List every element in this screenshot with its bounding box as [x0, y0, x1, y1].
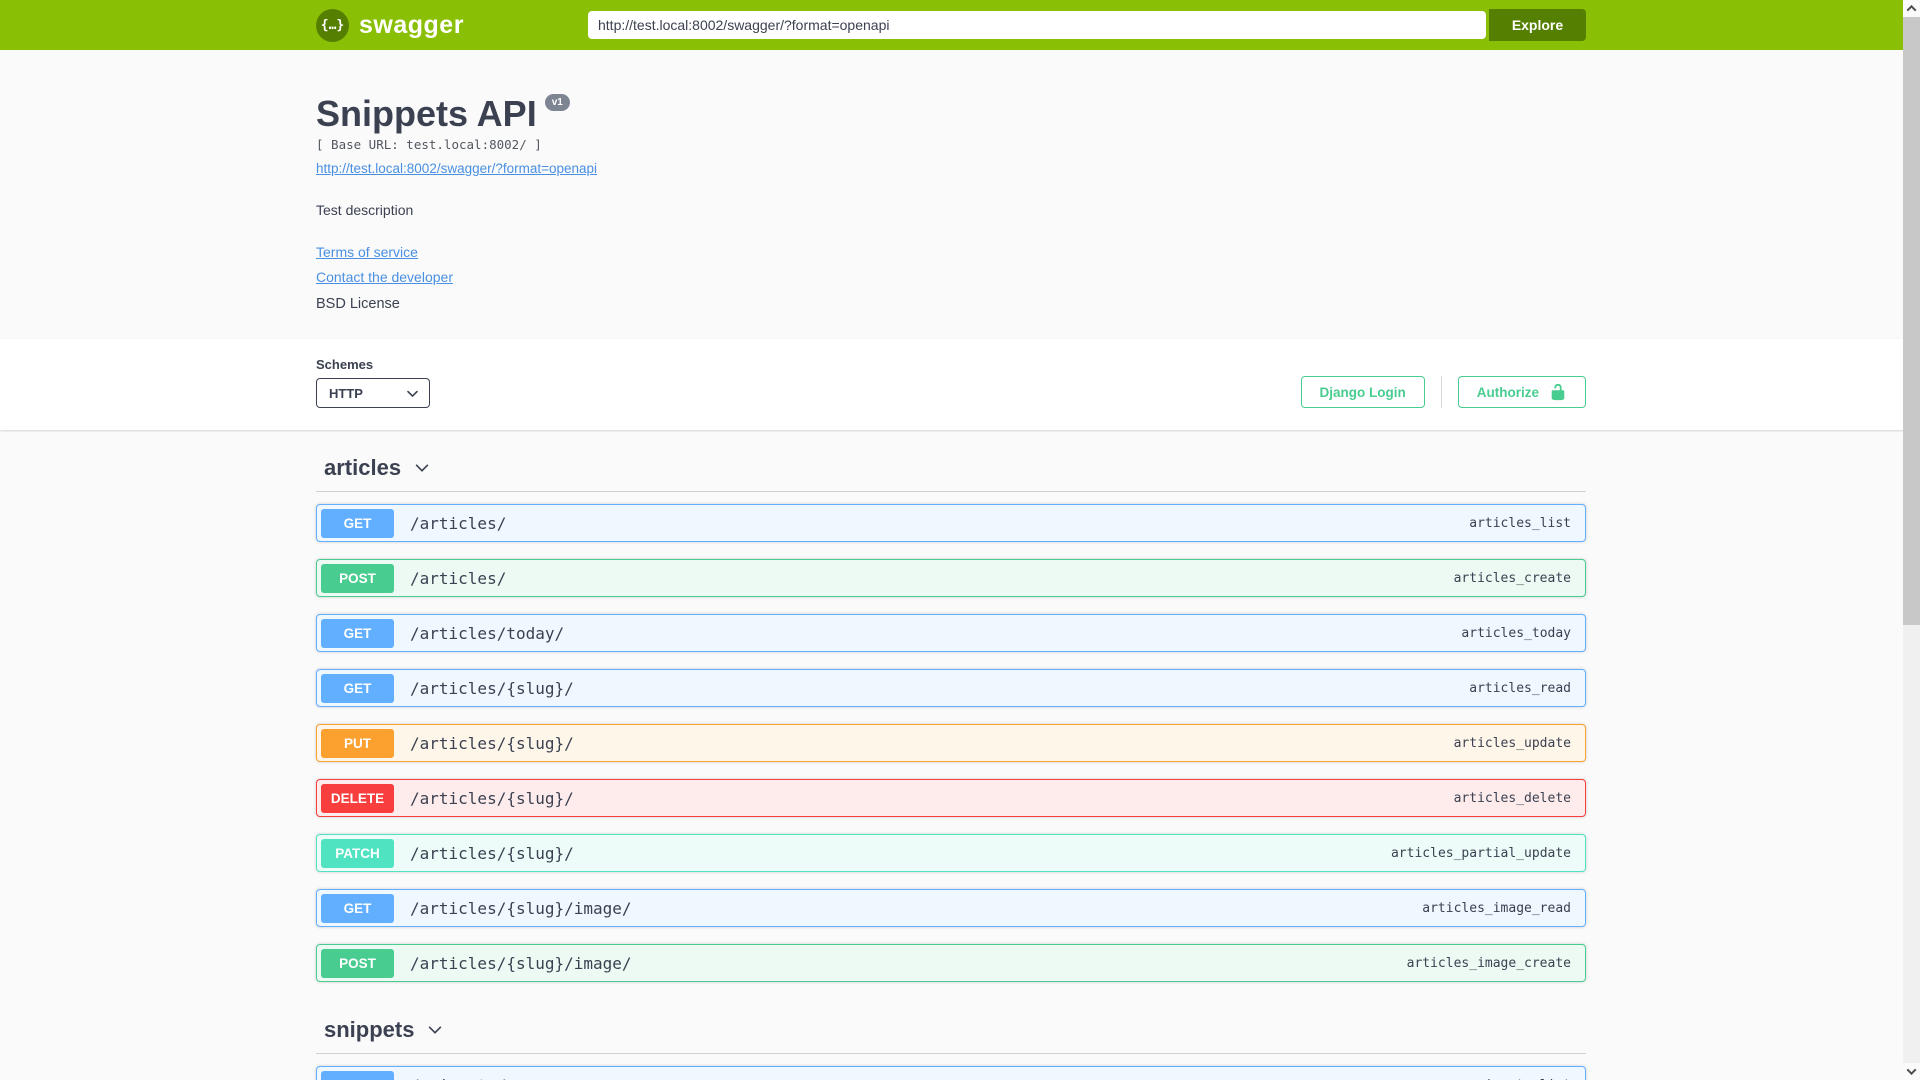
scrollbar-down-arrow[interactable] — [1903, 1063, 1920, 1080]
vertical-scrollbar — [1903, 0, 1920, 1080]
method-badge: POST — [321, 563, 394, 593]
base-url: [ Base URL: test.local:8002/ ] — [316, 137, 542, 153]
method-badge: GET — [321, 508, 394, 538]
endpoint-path: /articles/ — [410, 513, 507, 533]
swagger-logo-text: swagger — [359, 10, 464, 39]
operation-id: articles_read — [1469, 680, 1571, 696]
endpoint-row[interactable]: DELETE/articles/{slug}/ articles_delete — [316, 779, 1586, 818]
method-badge: PUT — [321, 728, 394, 758]
swagger-braces-icon: {…} — [316, 8, 349, 42]
endpoint-row[interactable]: GET/articles/{slug}/ articles_read — [316, 669, 1586, 708]
section-title: snippets — [324, 1017, 415, 1043]
page-title: Snippets API — [316, 93, 537, 134]
operation-id: articles_today — [1461, 625, 1571, 641]
operation-id: articles_image_create — [1406, 955, 1571, 971]
scrollbar-thumb[interactable] — [1903, 17, 1920, 625]
api-info-section: Snippets API v1 [ Base URL: test.local:8… — [316, 50, 1586, 339]
endpoint-path: /articles/{slug}/ — [410, 678, 574, 698]
method-badge: GET — [321, 893, 394, 923]
endpoint-row[interactable]: POST/articles/{slug}/image/articles_imag… — [316, 944, 1586, 983]
endpoint-row[interactable]: GET/articles/articles_list — [316, 504, 1586, 543]
terms-of-service-link[interactable]: Terms of service — [316, 244, 418, 260]
swagger-logo[interactable]: {…} swagger — [316, 8, 464, 42]
operation-id: articles_partial_update — [1390, 845, 1571, 861]
endpoint-row[interactable]: GET/articles/today/articles_today — [316, 614, 1586, 653]
endpoint-path: /articles/{slug}/ — [410, 733, 574, 753]
endpoint-path: /articles/{slug}/ — [410, 788, 574, 808]
method-badge: DELETE — [321, 783, 394, 813]
chevron-down-icon — [429, 1026, 442, 1035]
chevron-down-icon — [407, 390, 418, 397]
authorize-button[interactable]: Authorize — [1457, 376, 1586, 409]
operation-id: articles_update — [1453, 735, 1571, 751]
endpoint-path: /articles/{slug}/ — [410, 843, 574, 863]
django-login-label: Django Login — [1319, 384, 1406, 400]
operation-id: articles_create — [1453, 570, 1571, 586]
authorize-label: Authorize — [1476, 384, 1539, 400]
endpoint-row[interactable]: PATCH/articles/{slug}/ articles_partial_u… — [316, 834, 1586, 873]
section-header-snippets[interactable]: snippets — [316, 999, 1586, 1055]
django-login-button[interactable]: Django Login — [1300, 376, 1425, 409]
unlock-icon — [1551, 384, 1565, 401]
spec-url-input[interactable] — [588, 11, 1486, 39]
spec-url-form: Explore — [588, 9, 1586, 41]
section-header-articles[interactable]: articles — [316, 430, 1586, 493]
scheme-container: Schemes HTTP Django Login Authorize — [0, 339, 1920, 431]
schemes-label: Schemes — [316, 357, 374, 373]
topbar: {…} swagger Explore — [0, 0, 1903, 50]
chevron-down-icon — [415, 464, 429, 473]
endpoint-path: /snippets/ — [410, 1076, 506, 1080]
version-badge: v1 — [544, 94, 570, 111]
tag-section: articles GET/articles/articles_list POST/a… — [316, 430, 1586, 983]
endpoint-path: /articles/today/ — [410, 623, 565, 643]
spec-link[interactable]: http://test.local:8002/swagger/?format=o… — [316, 161, 597, 176]
schemes-group: Schemes HTTP — [316, 357, 430, 409]
operation-id: articles_list — [1469, 515, 1571, 531]
method-badge: PATCH — [321, 838, 394, 868]
endpoint-row[interactable]: GET/snippets/snippets_list — [316, 1066, 1586, 1080]
endpoint-row[interactable]: GET/articles/{slug}/image/articles_image… — [316, 889, 1586, 928]
endpoint-path: /articles/ — [410, 568, 507, 588]
endpoint-path: /articles/{slug}/image/ — [410, 953, 632, 973]
endpoint-list: GET/articles/articles_list POST/articles/… — [316, 492, 1586, 983]
explore-button[interactable]: Explore — [1489, 9, 1586, 41]
method-badge: POST — [321, 948, 394, 978]
auth-wrapper: Django Login Authorize — [1300, 376, 1586, 409]
endpoint-path: /articles/{slug}/image/ — [410, 898, 632, 918]
operation-id: articles_delete — [1453, 790, 1571, 806]
method-badge: GET — [321, 618, 394, 648]
scrollbar-up-arrow[interactable] — [1903, 0, 1920, 17]
contact-developer-link[interactable]: Contact the developer — [316, 269, 453, 285]
schemes-selected-value: HTTP — [329, 385, 363, 401]
endpoint-row[interactable]: PUT/articles/{slug}/ articles_update — [316, 724, 1586, 763]
license-text: BSD License — [316, 296, 400, 313]
divider — [1440, 376, 1442, 409]
method-badge: GET — [321, 673, 394, 703]
endpoint-list: GET/snippets/snippets_list — [316, 1054, 1586, 1080]
tag-section: snippets GET/snippets/snippets_list — [316, 999, 1586, 1080]
api-description: Test description — [316, 202, 414, 219]
method-badge: GET — [321, 1070, 394, 1080]
operation-id: articles_image_read — [1422, 900, 1571, 916]
section-title: articles — [324, 455, 402, 481]
schemes-select[interactable]: HTTP — [316, 378, 430, 409]
endpoint-row[interactable]: POST/articles/articles_create — [316, 559, 1586, 598]
api-sections: articles GET/articles/articles_list POST/a… — [316, 430, 1586, 1080]
